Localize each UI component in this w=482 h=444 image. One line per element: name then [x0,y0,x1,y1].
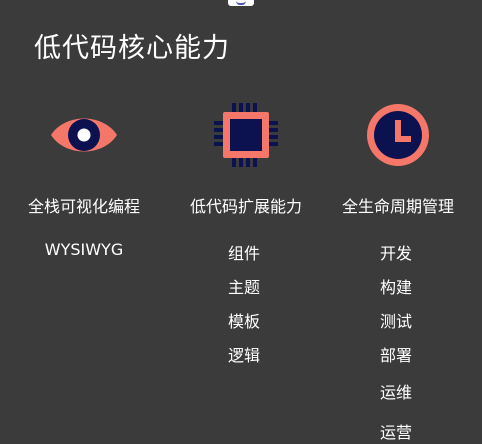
list-item: 构建 [380,278,413,297]
column-heading: 低代码扩展能力 [189,197,302,216]
eye-icon [51,118,117,152]
chip-icon [214,103,278,167]
list-item: 主题 [228,278,261,297]
list-item: 逻辑 [228,346,261,365]
list-item: WYSIWYG [44,240,124,259]
list-item: 开发 [380,244,413,263]
top-logo-mark [228,0,254,6]
clock-icon [367,104,429,166]
list-item: 测试 [380,312,413,331]
list-item: 组件 [228,244,261,263]
column-heading: 全栈可视化编程 [27,197,140,216]
list-item: 运营 [380,423,413,442]
list-item: 模板 [228,312,261,331]
column-heading: 全生命周期管理 [341,197,454,216]
list-item: 运维 [380,383,413,402]
list-item: 部署 [380,346,413,365]
page-title: 低代码核心能力 [34,33,230,64]
